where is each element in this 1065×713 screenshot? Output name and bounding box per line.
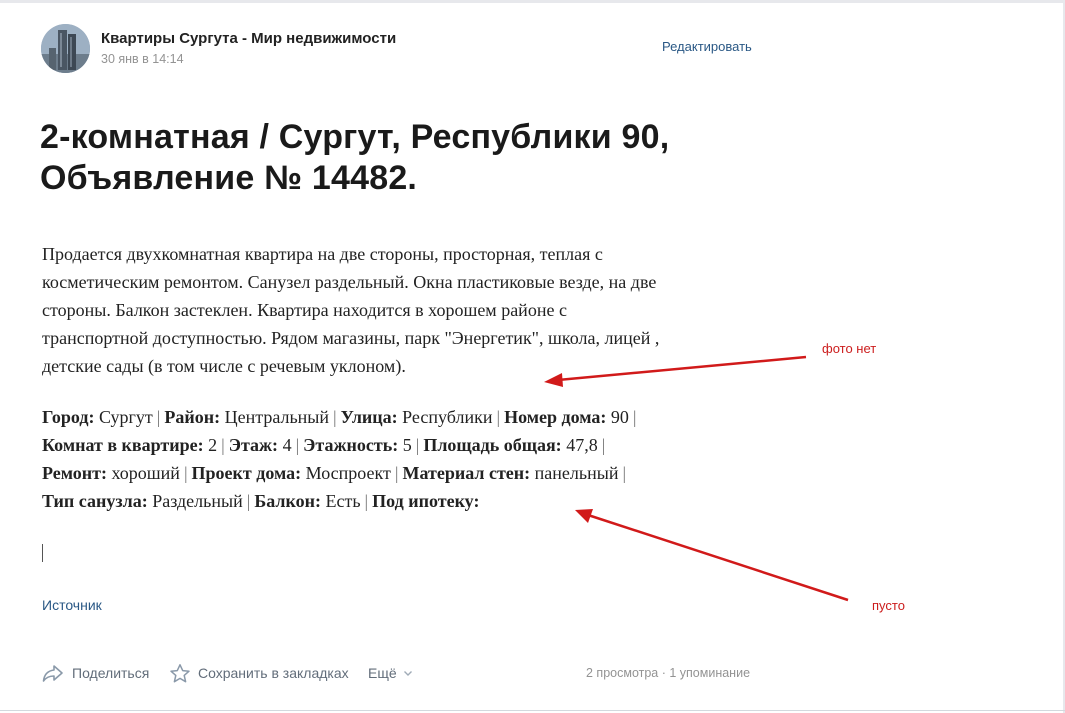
annotation-arrows — [544, 355, 849, 602]
arrow-empty-line — [587, 513, 849, 602]
arrow-empty-head — [575, 509, 593, 523]
annotation-no-photo: фото нет — [822, 341, 877, 356]
annotation-empty: пусто — [872, 598, 905, 613]
arrow-no-photo-line — [557, 355, 807, 382]
arrow-no-photo-head — [544, 373, 563, 387]
